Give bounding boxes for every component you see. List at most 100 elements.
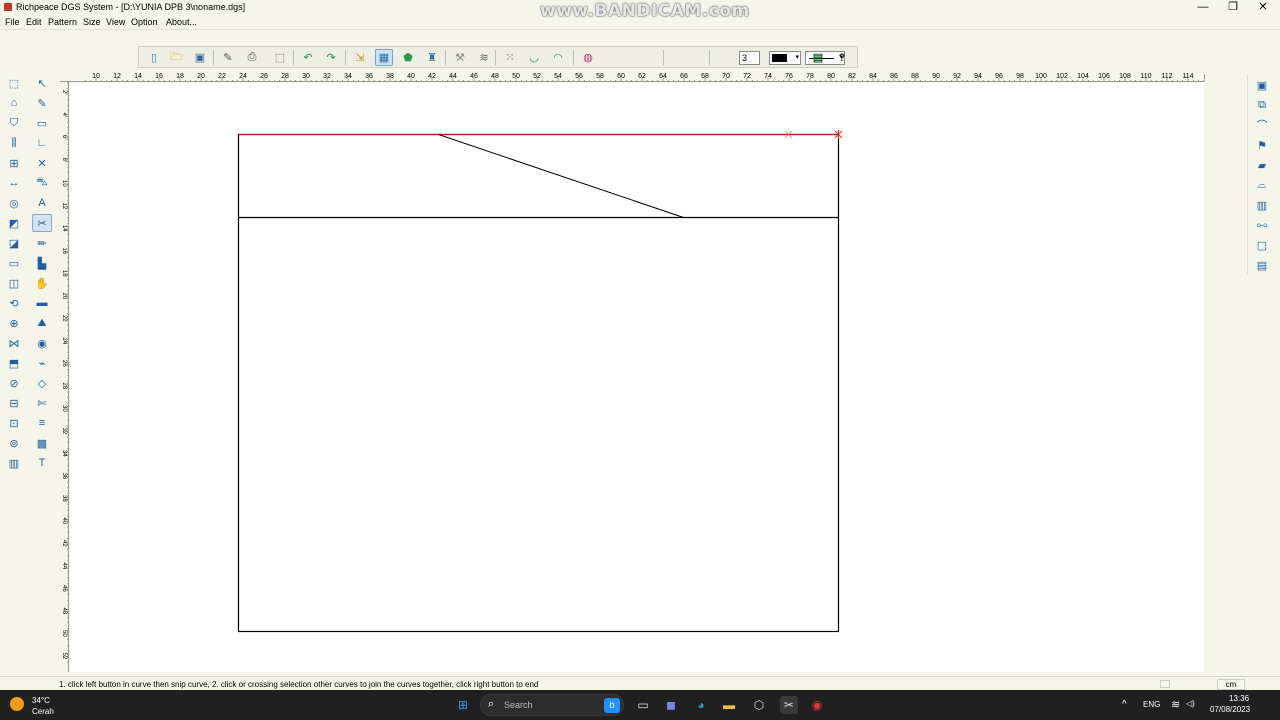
- curve-fit-icon[interactable]: ◡: [525, 49, 543, 66]
- circle-tool-icon[interactable]: ◎: [4, 194, 24, 212]
- cut-tool-icon[interactable]: ⊟: [4, 394, 24, 412]
- cup-tool-icon[interactable]: ⛰: [32, 314, 52, 332]
- settings-hex-icon[interactable]: ⬡: [750, 696, 768, 714]
- piece-list-icon[interactable]: ▣: [1252, 76, 1272, 94]
- undo-icon[interactable]: ↶: [299, 49, 317, 66]
- drawing-canvas[interactable]: [70, 83, 1204, 672]
- menu-about[interactable]: About...: [166, 17, 197, 27]
- edge-browser-icon[interactable]: ◕: [692, 696, 710, 714]
- perspective-tool-icon[interactable]: ◇: [32, 374, 52, 392]
- curve-panel-icon[interactable]: ⌒: [1252, 116, 1272, 134]
- bar-panel-icon[interactable]: ▥: [1252, 196, 1272, 214]
- pattern-piece-outline[interactable]: [237, 133, 840, 633]
- wifi-icon[interactable]: ≋: [1171, 698, 1180, 711]
- menu-option[interactable]: Option: [131, 17, 158, 27]
- text-a-tool-icon[interactable]: A: [32, 194, 52, 212]
- line-width-input[interactable]: 3: [739, 51, 760, 65]
- rectangle-tool-icon[interactable]: ▭: [32, 114, 52, 132]
- folder-panel-icon[interactable]: ▰: [1252, 156, 1272, 174]
- split-tool-icon[interactable]: ⊘: [4, 374, 24, 392]
- shield-icon[interactable]: ⬟: [399, 49, 417, 66]
- close-button[interactable]: ✕: [1248, 0, 1278, 15]
- pleat-tool-icon[interactable]: ⋈: [4, 334, 24, 352]
- piece-copy-icon[interactable]: ⧉: [1252, 96, 1272, 114]
- weather-widget[interactable]: 34°C Cerah: [10, 694, 70, 716]
- teams-chat-icon[interactable]: ◼: [662, 696, 680, 714]
- language-indicator[interactable]: ENG: [1143, 700, 1160, 709]
- clock-time[interactable]: 13:36: [1229, 694, 1249, 703]
- tape-tool-icon[interactable]: ⌁: [32, 354, 52, 372]
- select-region-tool-icon[interactable]: ⬚: [4, 74, 24, 92]
- piece-icon[interactable]: ♜: [423, 49, 441, 66]
- shirt-tool-icon[interactable]: ⛉: [4, 114, 24, 132]
- curve-edit-icon[interactable]: ◠: [549, 49, 567, 66]
- richpeace-app-icon[interactable]: ✂: [780, 696, 798, 714]
- scissors-tool-icon[interactable]: ✄: [32, 394, 52, 412]
- pattern-diagonal-line[interactable]: [438, 134, 684, 218]
- task-view-icon[interactable]: ▭: [634, 696, 652, 714]
- menu-pattern[interactable]: Pattern: [48, 17, 77, 27]
- seam-tool-icon[interactable]: ◫: [4, 274, 24, 292]
- volume-icon[interactable]: ◁): [1186, 699, 1195, 708]
- distance-tool-icon[interactable]: ↔: [4, 174, 24, 192]
- page-setup-icon[interactable]: ⬚: [271, 49, 289, 66]
- text-tool-icon[interactable]: T: [32, 454, 52, 472]
- intersect-tool-icon[interactable]: ✕: [32, 154, 52, 172]
- spiral-tool-icon[interactable]: ◉: [32, 334, 52, 352]
- minimize-button[interactable]: —: [1188, 0, 1218, 15]
- color-dropdown[interactable]: ▾: [769, 51, 801, 65]
- piece-shape-tool-icon[interactable]: ⌂: [4, 94, 24, 112]
- windows-start-icon[interactable]: ⊞: [454, 696, 472, 714]
- measure-tool-icon[interactable]: ⊞: [4, 154, 24, 172]
- color-wheel-icon[interactable]: ◍: [579, 49, 597, 66]
- grid-tool-icon[interactable]: ▩: [32, 434, 52, 452]
- flip-tool-icon[interactable]: ⬒: [4, 354, 24, 372]
- notch-tool-icon[interactable]: ⊡: [4, 414, 24, 432]
- clock-date[interactable]: 07/08/2023: [1210, 705, 1250, 714]
- dashes-tool-icon[interactable]: ≡: [32, 414, 52, 432]
- chat-panel-icon[interactable]: ▢: [1252, 236, 1272, 254]
- grading-table-icon[interactable]: ▤: [809, 49, 827, 66]
- ruler-tool-icon[interactable]: ▥: [4, 454, 24, 472]
- stamp-tool-icon[interactable]: ▙: [32, 254, 52, 272]
- arrow-select-tool-icon[interactable]: ↖: [32, 74, 52, 92]
- rotate-tool-icon[interactable]: ⟲: [4, 294, 24, 312]
- trouser-tool-icon[interactable]: ⫼: [4, 134, 24, 152]
- dart-tool-icon[interactable]: ◪: [4, 234, 24, 252]
- maximize-button[interactable]: ❐: [1218, 0, 1248, 15]
- brush-icon[interactable]: ⚒: [451, 49, 469, 66]
- angle-tool-icon[interactable]: ∟: [32, 134, 52, 152]
- taskbar-search[interactable]: ⌕ Search b: [480, 694, 624, 716]
- fold-tool-icon[interactable]: ◩: [4, 214, 24, 232]
- button-tool-icon[interactable]: ⊚: [4, 434, 24, 452]
- glove-tool-icon[interactable]: ✋: [32, 274, 52, 292]
- bing-icon[interactable]: b: [604, 698, 620, 713]
- tray-chevron-icon[interactable]: ^: [1122, 699, 1127, 710]
- car-tool-icon[interactable]: ⛍: [32, 174, 52, 192]
- print-preview-icon[interactable]: ✎: [219, 49, 237, 66]
- flag-panel-icon[interactable]: ⚑: [1252, 136, 1272, 154]
- arc-panel-icon[interactable]: ⌓: [1252, 176, 1272, 194]
- match-tool-icon[interactable]: ⊕: [4, 314, 24, 332]
- snip-join-tool-icon[interactable]: ✂: [32, 214, 52, 232]
- band-tool-icon[interactable]: ▬: [32, 294, 52, 312]
- bandicam-record-icon[interactable]: ◉: [808, 696, 826, 714]
- sliders-panel-icon[interactable]: ⧟: [1252, 216, 1272, 234]
- frame-panel-icon[interactable]: ▤: [1252, 256, 1272, 274]
- grid-icon[interactable]: ▦: [375, 49, 393, 66]
- save-disk-icon[interactable]: ▣: [191, 49, 209, 66]
- pencil-tool-icon[interactable]: ✎: [32, 94, 52, 112]
- pen-tool-icon[interactable]: ✏: [32, 234, 52, 252]
- import-icon[interactable]: ⇲: [351, 49, 369, 66]
- help-icon[interactable]: ?: [833, 49, 851, 66]
- menu-file[interactable]: File: [5, 17, 20, 27]
- print-icon[interactable]: ⎙: [243, 49, 261, 66]
- file-explorer-icon[interactable]: ▬: [720, 696, 738, 714]
- sleeve-tool-icon[interactable]: ▭: [4, 254, 24, 272]
- new-file-icon[interactable]: ▯: [145, 49, 163, 66]
- menu-view[interactable]: View: [106, 17, 125, 27]
- open-folder-icon[interactable]: 🗁: [168, 49, 186, 66]
- layers-icon[interactable]: ≋: [475, 49, 493, 66]
- redo-icon[interactable]: ↷: [322, 49, 340, 66]
- points-icon[interactable]: ⁙: [501, 49, 519, 66]
